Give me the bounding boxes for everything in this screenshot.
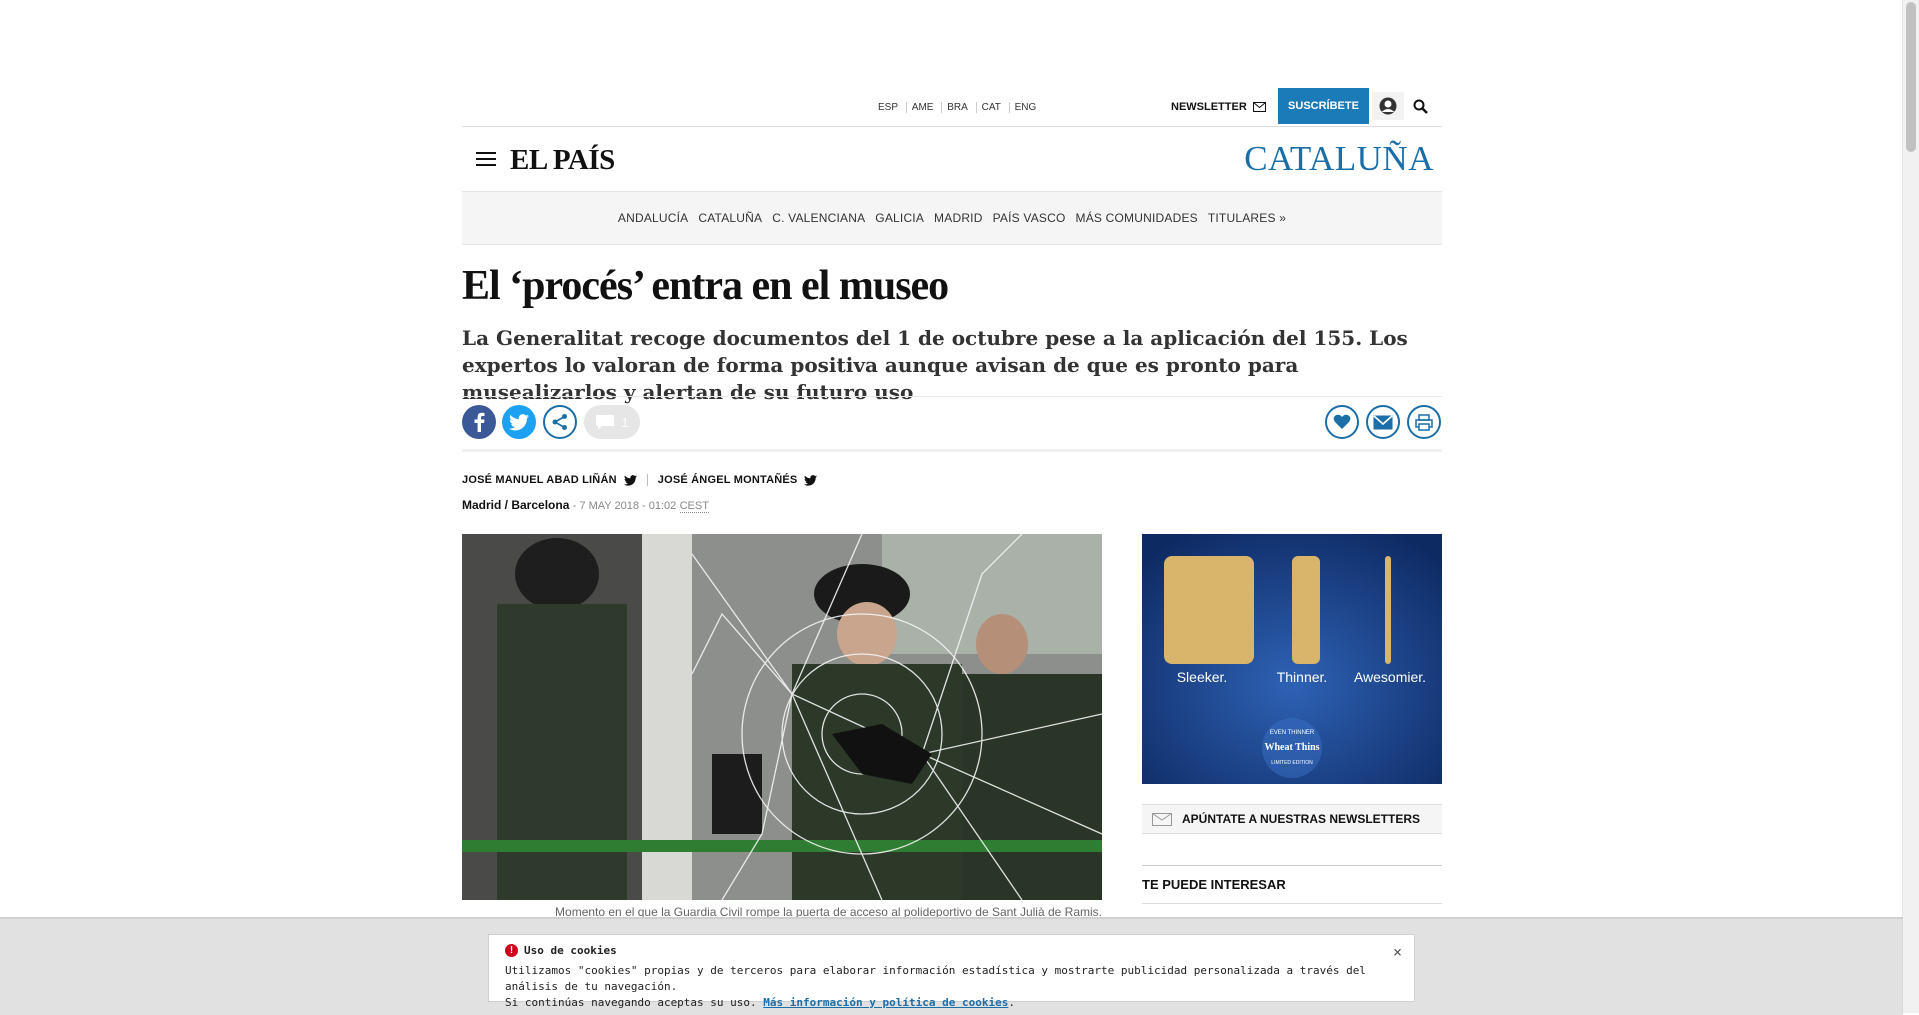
cookie-title: ! Uso de cookies [505,944,617,957]
facebook-icon [474,412,485,432]
nav-item-madrid[interactable]: MADRID [929,211,988,225]
scrollbar[interactable] [1902,0,1919,1013]
nav-item-pais-vasco[interactable]: PAÍS VASCO [988,211,1071,225]
newsletter-label: NEWSLETTER [1171,101,1247,113]
site-logo[interactable]: EL PAÍS [510,144,615,177]
search-button[interactable] [1408,94,1432,118]
nav-item-mas-comunidades[interactable]: MÁS COMUNIDADES [1071,211,1203,225]
nav-item-andalucia[interactable]: ANDALUCÍA [613,211,693,225]
cookie-title-text: Uso de cookies [524,944,617,957]
ad-label: Awesomier. [1354,669,1426,685]
share-icon [552,414,567,430]
edition-selector: ESP AME BRA CAT ENG [878,102,1042,113]
cookie-line: Si continúas navegando aceptas su uso. M… [505,996,1015,1009]
envelope-icon [1152,812,1172,826]
printer-icon [1415,413,1433,431]
email-share-button[interactable] [1366,405,1400,439]
author-name[interactable]: JOSÉ MANUEL ABAD LIÑÁN [462,474,617,486]
article-title: El ‘procés’ entra en el museo [462,263,949,309]
related-heading: TE PUEDE INTERESAR [1142,865,1442,904]
photo-illustration [462,534,1102,900]
print-button[interactable] [1407,405,1441,439]
nav-item-valenciana[interactable]: C. VALENCIANA [767,211,870,225]
ad-label: Sleeker. [1177,669,1228,685]
newsletter-link[interactable]: NEWSLETTER [1171,101,1266,113]
comments-button[interactable]: 1 [584,405,640,439]
divider [646,474,648,486]
nav-item-titulares[interactable]: TITULARES » [1203,211,1291,225]
edition-bra[interactable]: BRA [941,102,973,113]
ad-brand-edition: LIMITED EDITION [1271,760,1313,766]
cookie-accept-text: Si continúas navegando aceptas su uso. [505,996,757,1009]
menu-icon[interactable] [476,152,496,170]
newsletter-cta: APÚNTATE A NUESTRAS NEWSLETTERS [1182,812,1421,826]
save-favorite-button[interactable] [1325,405,1359,439]
facebook-share-button[interactable] [462,405,496,439]
twitter-share-button[interactable] [502,405,536,439]
twitter-icon[interactable] [804,474,818,486]
location: Madrid / Barcelona [462,498,570,512]
ad-brand: Wheat Thins [1264,742,1319,753]
masthead: EL PAÍS CATALUÑA [462,127,1442,191]
user-icon [1379,97,1397,115]
nav-item-cataluna[interactable]: CATALUÑA [693,211,767,225]
envelope-icon [1373,414,1393,429]
user-account-button[interactable] [1372,92,1404,120]
ad-creative: Sleeker. Thinner. Awesomier. EVEN THINNE… [1142,534,1442,784]
cookie-policy-link[interactable]: Más información y política de cookies [763,996,1008,1009]
cookie-line: Utilizamos "cookies" propias y de tercer… [505,964,1366,993]
page: ESP AME BRA CAT ENG NEWSLETTER SUSCRÍBET… [462,0,1442,1013]
byline-authors: JOSÉ MANUEL ABAD LIÑÁN JOSÉ ÁNGEL MONTAÑ… [462,474,818,486]
ad-label: Thinner. [1277,669,1328,685]
publish-date: - 7 MAY 2018 - 01:02 [572,500,677,512]
close-icon[interactable]: × [1393,943,1402,961]
scrollbar-thumb[interactable] [1906,2,1916,152]
newsletter-signup[interactable]: APÚNTATE A NUESTRAS NEWSLETTERS [1142,804,1442,834]
envelope-icon [1252,102,1266,112]
share-bar: 1 [462,396,1442,452]
search-icon [1413,99,1428,114]
ad-brand-tagline: EVEN THINNER [1270,730,1315,736]
article-subtitle: La Generalitat recoge documentos del 1 d… [462,326,1408,404]
heart-icon [1333,414,1351,429]
comment-count: 1 [621,414,629,430]
top-bar: ESP AME BRA CAT ENG NEWSLETTER SUSCRÍBET… [462,88,1442,124]
edition-eng[interactable]: ENG [1008,102,1042,113]
edition-esp[interactable]: ESP [878,102,903,113]
article-photo[interactable] [462,534,1102,900]
warning-icon: ! [505,944,518,957]
edition-cat[interactable]: CAT [975,102,1006,113]
timezone: CEST [679,500,709,513]
subscribe-button[interactable]: SUSCRÍBETE [1278,88,1369,124]
advertisement[interactable]: Sleeker. Thinner. Awesomier. EVEN THINNE… [1142,534,1442,784]
more-share-button[interactable] [543,405,577,439]
comment-icon [596,414,615,430]
section-title[interactable]: CATALUÑA [1244,139,1434,179]
nav-item-galicia[interactable]: GALICIA [870,211,929,225]
cookie-banner: ! Uso de cookies Utilizamos "cookies" pr… [488,934,1415,1009]
dateline: Madrid / Barcelona - 7 MAY 2018 - 01:02 … [462,498,709,513]
cookie-message: Utilizamos "cookies" propias y de tercer… [505,963,1414,1011]
edition-ame[interactable]: AME [905,102,939,113]
author-name[interactable]: JOSÉ ÁNGEL MONTAÑÉS [658,474,798,486]
twitter-icon[interactable] [623,474,637,486]
twitter-icon [509,413,529,430]
regional-nav: ANDALUCÍA CATALUÑA C. VALENCIANA GALICIA… [462,191,1442,245]
